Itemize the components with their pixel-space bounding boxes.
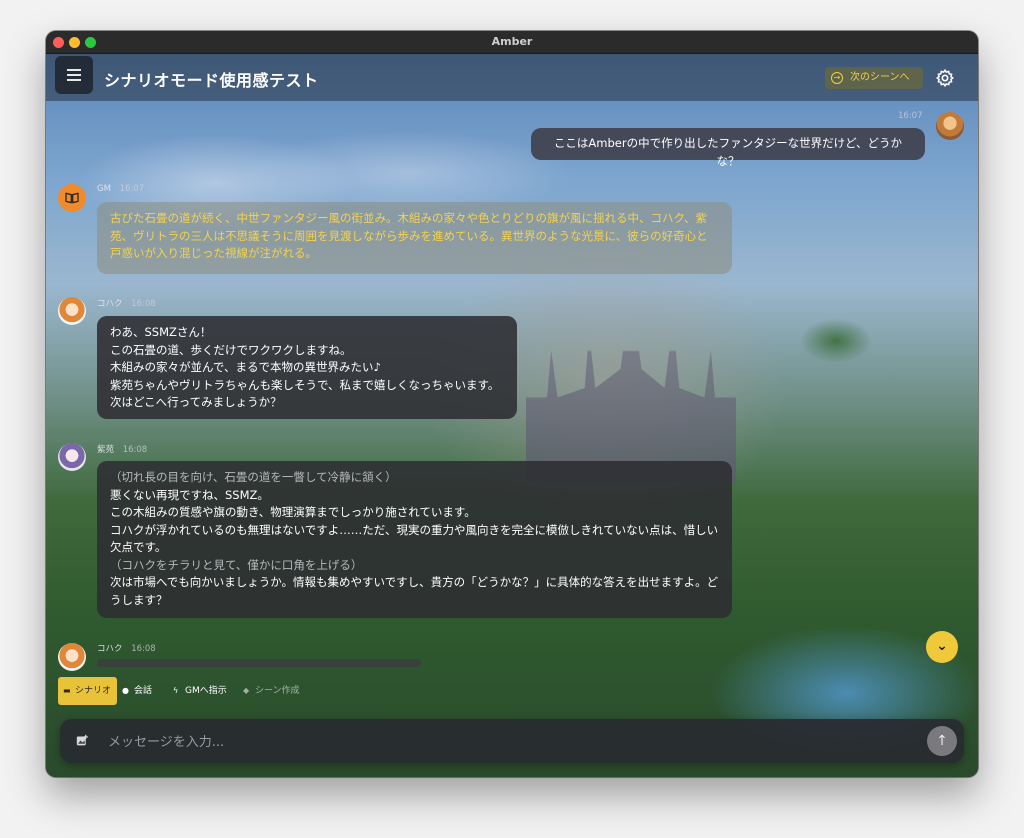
- app-window: Amber シナリオモード使用感テスト → 次のシーンへ 16:07 ここはAm…: [46, 31, 978, 777]
- floating-island-illustration: [791, 313, 881, 373]
- shion-message-bubble: （切れ長の目を向け、石畳の道を一瞥して冷静に頷く） 悪くない再現ですね、SSMZ…: [97, 461, 732, 618]
- tab-scene-create-label: シーン作成: [255, 686, 300, 696]
- bolt-icon: ϟ: [173, 686, 179, 695]
- message-line: 次はどこへ行ってみましょうか？: [110, 395, 282, 409]
- shion-time: 16:08: [122, 445, 148, 455]
- message-line: この木組みの質感や旗の動き、物理演算までしっかり施されています。: [110, 505, 476, 519]
- arrow-right-circle-icon: →: [831, 72, 843, 84]
- action-line: （コハクをチラリと見て、僅かに口角を上げる）: [110, 557, 363, 572]
- clapper-icon: ▬: [63, 686, 71, 695]
- kohaku-name: コハク: [97, 299, 123, 309]
- message-line: 次は市場へでも向かいましょうか。情報も集めやすいですし、貴方の「どうかな？」に具…: [110, 575, 719, 607]
- arrow-up-icon: ↑: [936, 733, 948, 749]
- message-line: コハクが浮かれているのも無理はないですよ……ただ、現実の重力や風向きを完全に模倣…: [110, 522, 719, 555]
- tab-scenario[interactable]: ▬ シナリオ: [58, 677, 117, 705]
- narration-time: 16:07: [119, 184, 145, 194]
- narration-speaker-name: GM: [97, 184, 111, 194]
- message-line: 悪くない再現ですね、SSMZ。: [110, 487, 269, 502]
- kohaku-meta: コハク 16:08: [97, 297, 156, 309]
- app-header: シナリオモード使用感テスト → 次のシーンへ: [46, 53, 978, 101]
- narration-bubble: 古びた石畳の道が続く、中世ファンタジー風の街並み。木組みの家々や色とりどりの旗が…: [97, 202, 732, 274]
- typing-indicator: [97, 659, 421, 667]
- shion-meta: 紫苑 16:08: [97, 443, 147, 455]
- window-title: Amber: [491, 35, 533, 48]
- speech-bubble-icon: ●: [122, 686, 129, 695]
- narrator-avatar[interactable]: [58, 184, 86, 212]
- action-line: （切れ長の目を向け、石畳の道を一瞥して冷静に頷く）: [110, 470, 397, 484]
- kohaku-time: 16:08: [131, 299, 156, 309]
- title-bar: Amber: [46, 31, 978, 54]
- send-button[interactable]: ↑: [927, 726, 957, 756]
- user-message-time: 16:07: [898, 111, 923, 121]
- message-input[interactable]: [106, 727, 910, 757]
- kohaku-typing-meta: コハク 16:08: [97, 642, 156, 654]
- message-composer: ↑: [60, 719, 964, 763]
- shion-name: 紫苑: [97, 445, 115, 455]
- tab-gm-instruction[interactable]: ϟ GMへ指示: [170, 677, 234, 705]
- kohaku-name: コハク: [97, 644, 123, 654]
- gear-icon[interactable]: [935, 68, 955, 88]
- tab-gm-instruction-label: GMへ指示: [185, 686, 227, 696]
- message-line: わあ、SSMZさん！: [110, 325, 212, 339]
- add-image-icon[interactable]: [76, 734, 89, 747]
- next-scene-label: 次のシーンへ: [850, 72, 910, 83]
- narration-meta: GM 16:07: [97, 184, 144, 194]
- kohaku-message-bubble: わあ、SSMZさん！ この石畳の道、歩くだけでワクワクしますね。 木組みの家々が…: [97, 316, 517, 419]
- next-scene-button[interactable]: → 次のシーンへ: [825, 67, 923, 89]
- user-message-bubble: ここはAmberの中で作り出したファンタジーな世界だけど、どうかな？: [531, 128, 925, 168]
- menu-button[interactable]: [55, 56, 93, 94]
- open-book-icon: [65, 192, 79, 204]
- shion-avatar[interactable]: [58, 443, 86, 471]
- scene-icon: ◆: [243, 686, 250, 695]
- castle-illustration: [526, 293, 736, 483]
- tab-conversation[interactable]: ● 会話: [119, 677, 163, 705]
- hamburger-icon: [67, 69, 81, 71]
- message-line: 紫苑ちゃんやヴリトラちゃんも楽しそうで、私まで嬉しくなっちゃいます。: [110, 377, 500, 392]
- scroll-to-bottom-button[interactable]: ⌄: [926, 631, 958, 663]
- message-line: この石畳の道、歩くだけでワクワクしますね。: [110, 342, 352, 357]
- user-avatar[interactable]: [936, 112, 964, 140]
- message-line: 木組みの家々が並んで、まるで本物の異世界みたい♪: [110, 360, 381, 374]
- kohaku-avatar[interactable]: [58, 643, 86, 671]
- kohaku-time: 16:08: [131, 644, 156, 654]
- tab-scenario-label: シナリオ: [75, 686, 112, 696]
- kohaku-avatar[interactable]: [58, 297, 86, 325]
- tab-conversation-label: 会話: [134, 686, 153, 696]
- tab-scene-create[interactable]: ◆ シーン作成: [240, 677, 310, 705]
- page-title: シナリオモード使用感テスト: [104, 71, 319, 90]
- chevron-down-icon: ⌄: [936, 638, 948, 654]
